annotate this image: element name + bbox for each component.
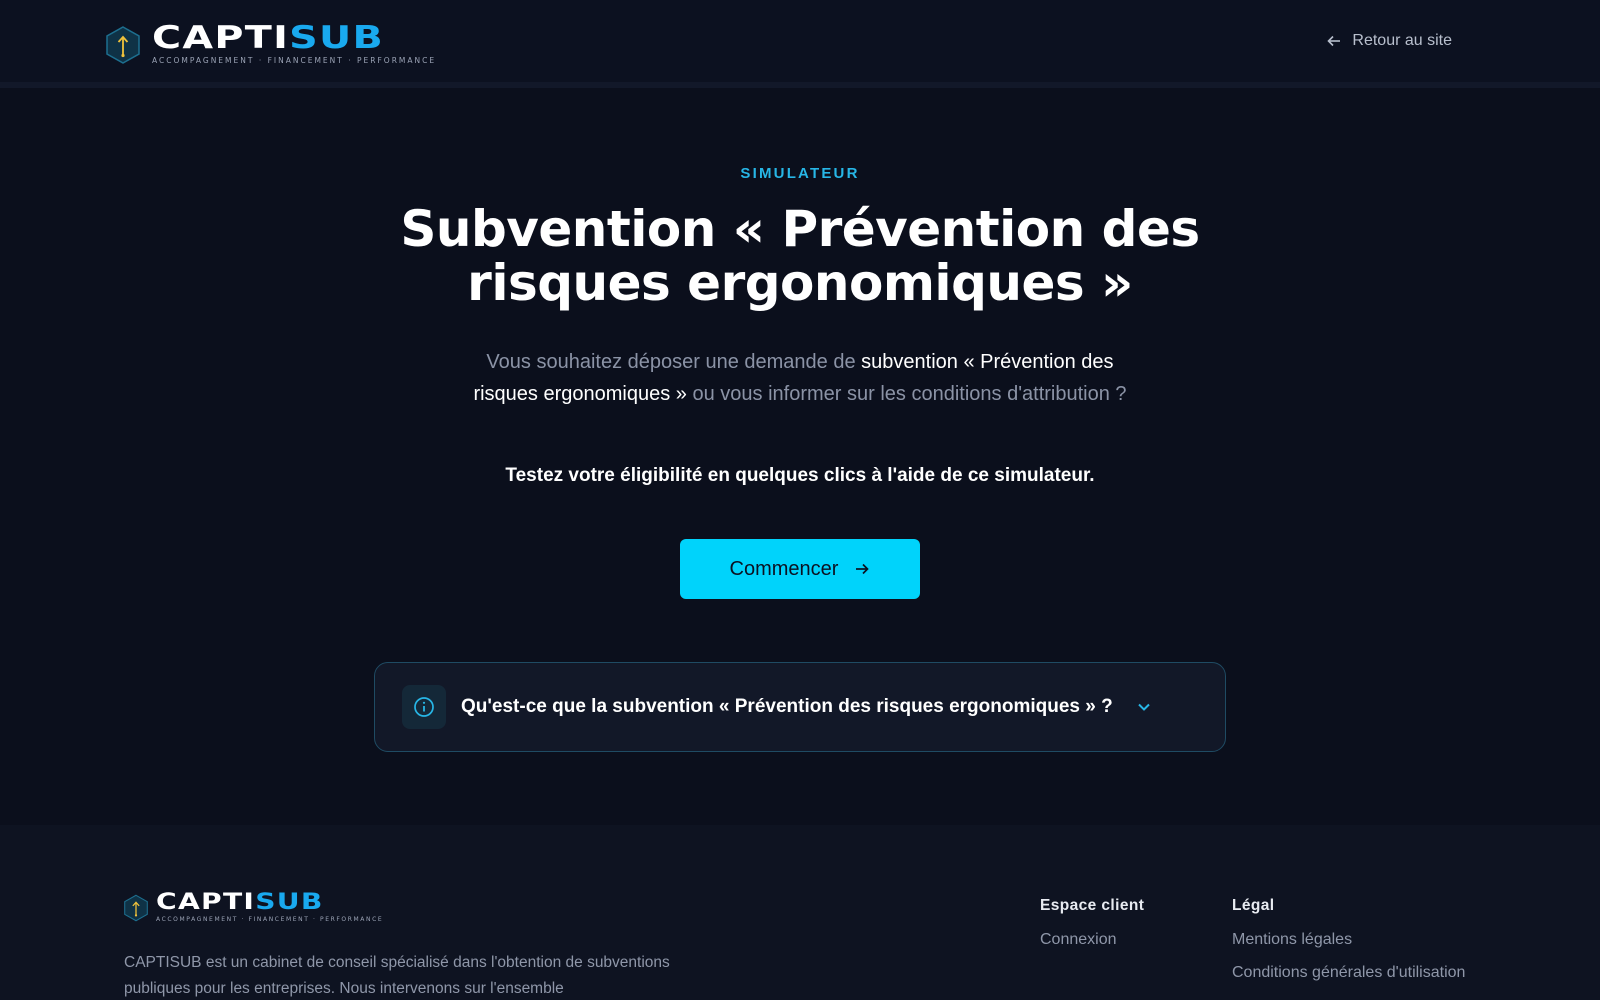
info-icon	[414, 697, 434, 717]
brand-tagline: ACCOMPAGNEMENT · FINANCEMENT · PERFORMAN…	[152, 56, 437, 65]
footer-brand-name: CAPTISUB	[156, 890, 324, 915]
brand-logo[interactable]: CAPTISUB ACCOMPAGNEMENT · FINANCEMENT · …	[106, 23, 437, 66]
start-button[interactable]: Commencer	[680, 539, 920, 599]
logo-hexagon-icon	[106, 25, 140, 64]
footer-link-terms[interactable]: Conditions générales d'utilisation	[1232, 964, 1465, 982]
page-title-line-1: Subvention « Prévention des	[400, 200, 1200, 258]
footer-description: CAPTISUB est un cabinet de conseil spéci…	[124, 954, 670, 997]
footer-link-legal-notice[interactable]: Mentions légales	[1232, 931, 1352, 949]
footer-brand-tagline: ACCOMPAGNEMENT · FINANCEMENT · PERFORMAN…	[156, 916, 384, 923]
footer-logo-text: CAPTISUB ACCOMPAGNEMENT · FINANCEMENT · …	[156, 892, 384, 924]
footer-heading-legal: Légal	[1232, 897, 1275, 914]
brand-name: CAPTISUB	[152, 20, 385, 56]
accordion-icon-box	[402, 685, 446, 729]
hero-lead: Vous souhaitez déposer une demande de su…	[473, 351, 1127, 405]
arrow-right-icon	[856, 563, 870, 575]
footer-link-login[interactable]: Connexion	[1040, 931, 1117, 949]
footer-heading-client-space: Espace client	[1040, 897, 1145, 914]
hero-cta-text: Testez votre éligibilité en quelques cli…	[505, 465, 1095, 486]
start-button-label: Commencer	[729, 557, 839, 580]
accordion-title: Qu'est-ce que la subvention « Prévention…	[461, 696, 1113, 717]
back-link-label: Retour au site	[1352, 32, 1452, 49]
page-title-line-2: risques ergonomiques »	[467, 254, 1133, 312]
chevron-down-icon[interactable]	[1135, 698, 1153, 716]
site-header: CAPTISUB ACCOMPAGNEMENT · FINANCEMENT · …	[0, 0, 1600, 88]
hero-eyebrow: SIMULATEUR	[740, 165, 860, 182]
arrow-left-icon	[1327, 35, 1341, 47]
info-accordion[interactable]: Qu'est-ce que la subvention « Prévention…	[374, 662, 1226, 752]
page-title: Subvention « Prévention des risques ergo…	[300, 202, 1300, 310]
logo-text: CAPTISUB ACCOMPAGNEMENT · FINANCEMENT · …	[152, 23, 437, 66]
footer-brand-logo[interactable]: CAPTISUB ACCOMPAGNEMENT · FINANCEMENT · …	[124, 892, 384, 924]
back-to-site-link[interactable]: Retour au site	[1326, 32, 1452, 50]
logo-hexagon-icon	[124, 894, 148, 922]
